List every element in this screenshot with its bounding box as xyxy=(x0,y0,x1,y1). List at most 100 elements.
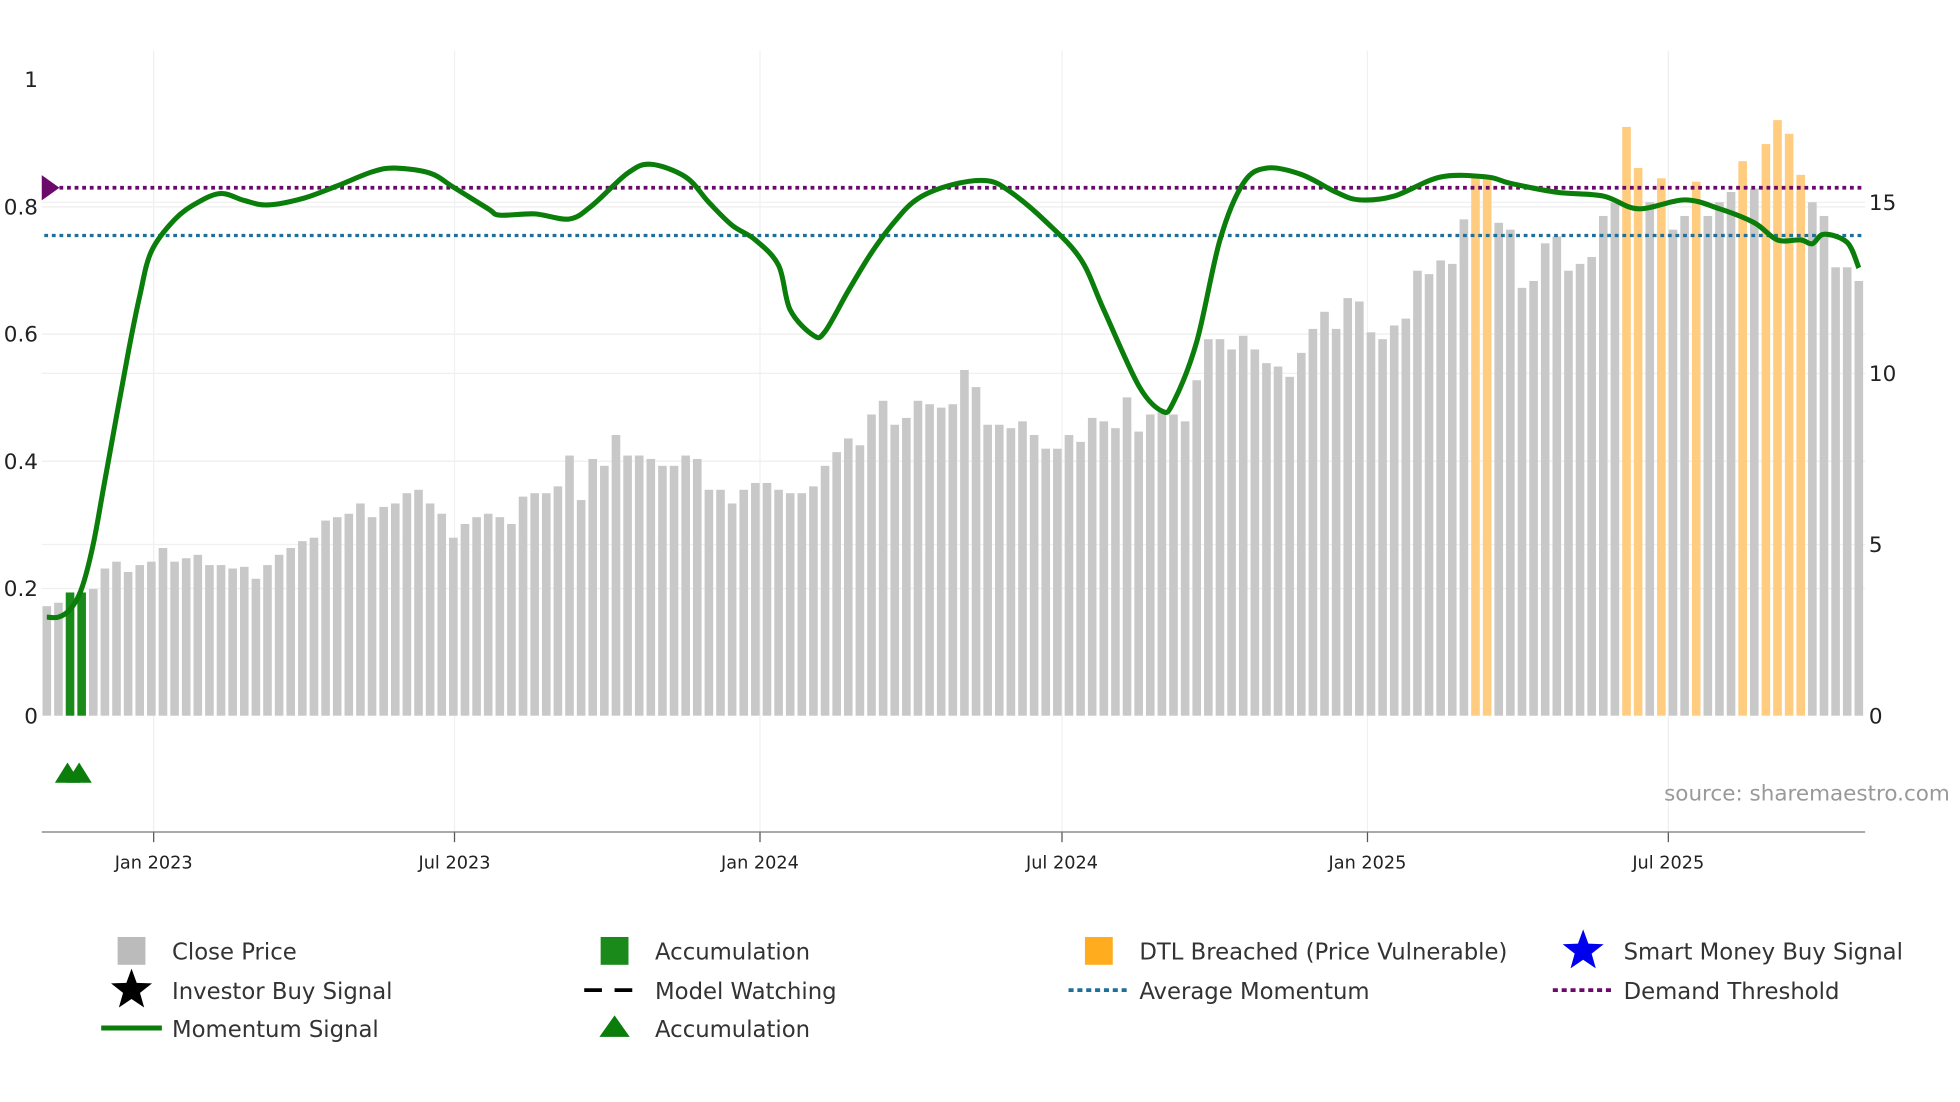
price-bar xyxy=(495,517,505,716)
chart: 00.20.40.60.81 051015 Jan 2023 Jul 2023 Ja… xyxy=(4,50,1950,1043)
price-bar xyxy=(1517,287,1527,716)
price-bar xyxy=(1076,441,1085,716)
legend-label: Close Price xyxy=(172,940,297,966)
price-bar xyxy=(1157,411,1167,716)
price-bar xyxy=(1715,202,1724,716)
legend-item: Accumulation xyxy=(599,1015,810,1043)
x-tick-label: Jan 2025 xyxy=(1328,854,1407,874)
price-bar xyxy=(902,417,911,716)
price-bar xyxy=(379,506,388,716)
price-bar xyxy=(1389,325,1399,716)
left-tick-label: 0 xyxy=(24,704,38,729)
price-bar xyxy=(1808,202,1817,716)
dtl-breached-bar xyxy=(1622,126,1631,716)
price-bar xyxy=(483,513,493,716)
price-bar xyxy=(994,424,1004,716)
price-bar xyxy=(472,517,481,716)
price-bar xyxy=(356,503,365,716)
price-bar xyxy=(1494,222,1504,716)
price-bar xyxy=(1645,202,1655,716)
bar-green-icon xyxy=(600,936,629,965)
price-bar xyxy=(774,489,783,716)
price-bar xyxy=(1819,215,1829,716)
price-bar xyxy=(1134,431,1143,716)
price-bar xyxy=(576,500,586,716)
price-bar xyxy=(402,493,412,716)
left-tick-label: 0.2 xyxy=(4,577,38,602)
price-bar xyxy=(42,606,52,716)
legend-item: DTL Breached (Price Vulnerable) xyxy=(1084,936,1507,966)
price-bar xyxy=(634,455,644,716)
legend-label: Accumulation xyxy=(655,940,810,966)
price-bar xyxy=(541,493,551,716)
dtl-breached-bar xyxy=(1691,181,1701,716)
dtl-breached-bar xyxy=(1633,168,1643,716)
left-tick-label: 1 xyxy=(24,68,38,93)
price-bar xyxy=(948,404,958,716)
price-bar xyxy=(1064,435,1074,716)
price-bar xyxy=(1726,191,1736,716)
price-bar xyxy=(739,489,749,716)
price-bar xyxy=(762,482,772,716)
price-bar xyxy=(1192,380,1202,716)
price-bar xyxy=(216,565,226,716)
price-bar xyxy=(460,524,470,716)
price-bar xyxy=(425,503,435,716)
price-bar xyxy=(123,571,133,716)
price-bar xyxy=(751,482,760,716)
legend-item: Model Watching xyxy=(584,979,837,1005)
price-bar xyxy=(100,568,110,716)
star-icon xyxy=(111,968,153,1008)
price-bar xyxy=(449,537,458,716)
left-tick-label: 0.4 xyxy=(4,450,38,475)
price-bar xyxy=(1204,339,1213,716)
price-bar xyxy=(170,561,179,716)
price-bar xyxy=(600,465,609,716)
price-bar xyxy=(890,424,900,716)
star-icon xyxy=(1562,929,1604,969)
bar-orange-icon xyxy=(1084,936,1113,965)
right-tick-label: 5 xyxy=(1869,533,1883,558)
dtl-breached-bar xyxy=(1482,178,1492,716)
price-bar xyxy=(414,489,423,716)
price-bar xyxy=(507,524,516,716)
legend-label: Demand Threshold xyxy=(1624,979,1840,1005)
legend-label: Smart Money Buy Signal xyxy=(1624,940,1903,966)
price-bar xyxy=(1831,267,1840,716)
price-bar xyxy=(623,455,632,716)
price-bar xyxy=(1680,215,1689,716)
legend-item: Investor Buy Signal xyxy=(111,968,392,1008)
price-bar xyxy=(298,541,307,716)
price-bar xyxy=(1180,421,1190,716)
price-bar xyxy=(971,387,981,716)
x-tick-label: Jan 2024 xyxy=(720,854,799,874)
price-bar xyxy=(681,455,690,716)
right-tick-label: 10 xyxy=(1869,362,1896,387)
price-bar xyxy=(263,565,272,716)
price-bar xyxy=(1610,202,1620,716)
price-bar xyxy=(1436,260,1445,716)
price-bar xyxy=(1006,428,1016,716)
price-bar xyxy=(1273,366,1283,716)
legend-item: Average Momentum xyxy=(1068,979,1370,1005)
price-bar xyxy=(205,565,214,716)
price-bar xyxy=(147,561,156,716)
price-bar xyxy=(1018,421,1027,716)
left-tick-label: 0.8 xyxy=(4,195,38,220)
price-bar xyxy=(913,400,923,716)
x-tick-label: Jul 2023 xyxy=(418,854,491,874)
price-bar xyxy=(820,465,830,716)
price-bar xyxy=(1215,339,1225,716)
price-bar xyxy=(611,435,621,716)
price-bar xyxy=(437,513,447,716)
price-bar xyxy=(1320,311,1329,716)
right-axis: 0 5 10 15 xyxy=(1869,191,1896,729)
price-bar xyxy=(321,520,330,716)
threshold-marker xyxy=(41,175,60,201)
price-bar xyxy=(1854,280,1864,716)
price-bar xyxy=(1401,318,1411,716)
price-bar xyxy=(1053,448,1062,716)
price-bar xyxy=(878,400,888,716)
dtl-breached-bar xyxy=(1657,178,1666,716)
dtl-breached-bar xyxy=(1471,174,1480,716)
